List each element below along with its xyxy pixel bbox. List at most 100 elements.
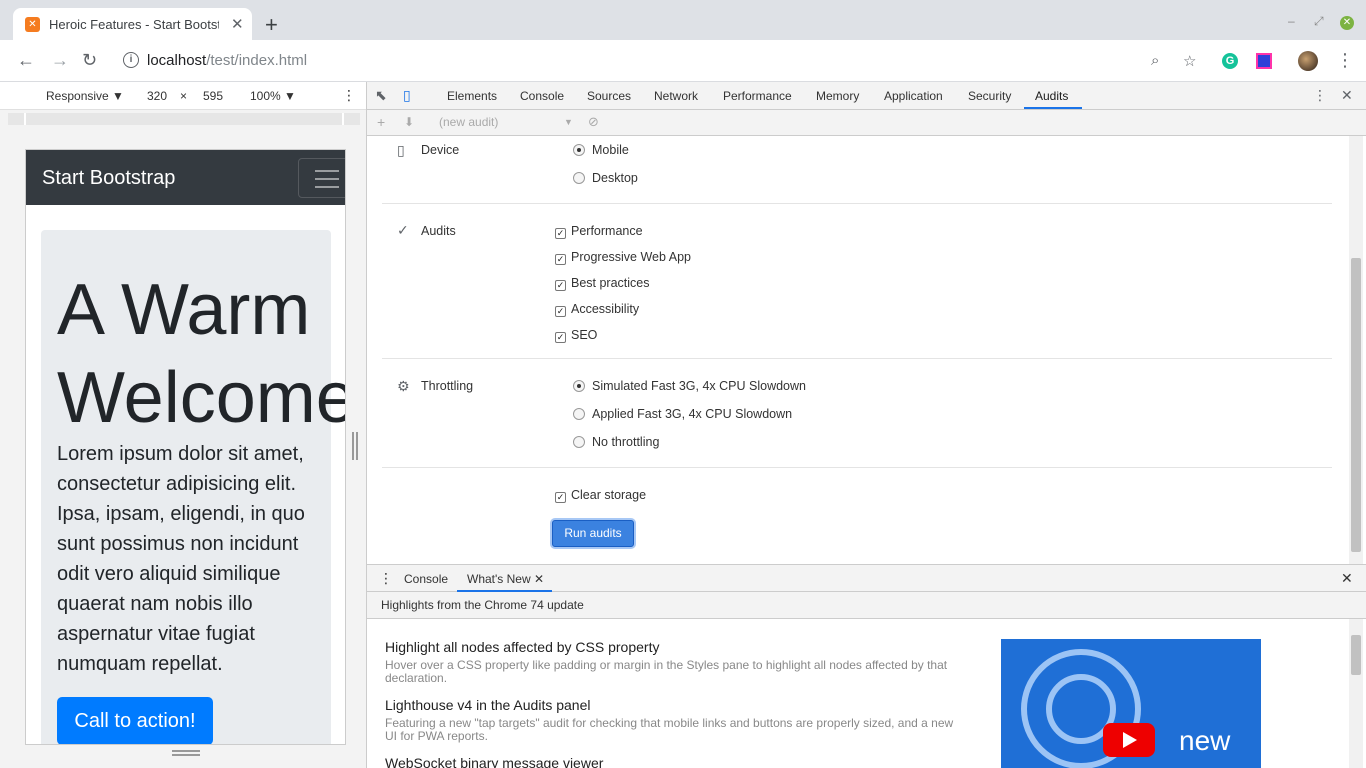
youtube-play-icon[interactable] <box>1103 723 1155 757</box>
bookmark-star-icon[interactable]: ☆ <box>1183 52 1196 70</box>
tab-application[interactable]: Application <box>884 89 943 103</box>
scrollbar-thumb[interactable] <box>1351 258 1361 552</box>
drawer-tab-close-icon[interactable]: ✕ <box>534 572 544 586</box>
radio-checked[interactable] <box>573 144 585 156</box>
drawer-tab-console[interactable]: Console <box>404 572 448 586</box>
chevron-down-icon: ▼ <box>564 117 573 127</box>
audits-label: Audits <box>421 224 456 238</box>
browser-toolbar: ← → ↻ i localhost/test/index.html ⌕ ☆ G … <box>0 40 1366 82</box>
tab-sources[interactable]: Sources <box>587 89 631 103</box>
jumbotron: A Warm Welcome! Lorem ipsum dolor sit am… <box>41 230 345 744</box>
address-bar[interactable]: localhost/test/index.html <box>147 52 307 69</box>
device-toolbar: Responsive ▼ 320 × 595 100% ▼ ⋮ <box>0 82 366 110</box>
tab-console[interactable]: Console <box>520 89 564 103</box>
throttling-applied-option[interactable]: Applied Fast 3G, 4x CPU Slowdown <box>573 407 792 421</box>
back-icon[interactable]: ← <box>17 50 35 71</box>
new-tab-icon[interactable]: + <box>265 14 278 36</box>
devtools-tabbar: ⬉ ▯ Elements Console Sources Network Per… <box>367 82 1366 110</box>
viewport-resize-handle-bottom[interactable] <box>172 750 200 756</box>
clear-storage-checkbox[interactable]: ✓ Clear storage <box>555 488 646 503</box>
reload-icon[interactable]: ↻ <box>82 50 97 71</box>
new-audit-icon[interactable]: + <box>377 114 385 130</box>
height-input[interactable]: 595 <box>203 89 223 103</box>
whats-new-video-thumbnail[interactable]: new <box>1001 639 1261 768</box>
device-label: Device <box>421 143 460 157</box>
url-path: /test/index.html <box>206 52 308 69</box>
whats-new-item-desc: Hover over a CSS property like padding o… <box>385 658 948 685</box>
tab-performance[interactable]: Performance <box>723 89 792 103</box>
emulated-viewport: Start Bootstrap A Warm Welcome! Lorem ip… <box>25 149 346 745</box>
audit-best-practices-checkbox[interactable]: ✓ Best practices <box>555 276 650 291</box>
drawer-tab-whats-new[interactable]: What's New <box>467 572 531 586</box>
device-more-icon[interactable]: ⋮ <box>342 87 356 104</box>
device-mobile-option[interactable]: Mobile <box>573 143 629 157</box>
dimension-separator: × <box>180 89 188 103</box>
whats-new-item-title[interactable]: Highlight all nodes affected by CSS prop… <box>385 639 659 655</box>
inspect-element-icon[interactable]: ⬉ <box>375 87 387 104</box>
jumbotron-lead: Lorem ipsum dolor sit amet, consectetur … <box>57 443 305 675</box>
audit-performance-checkbox[interactable]: ✓ Performance <box>555 224 643 239</box>
forward-icon[interactable]: → <box>51 50 69 71</box>
devtools-close-icon[interactable]: ✕ <box>1341 87 1353 104</box>
drawer-tabbar: ⋮ Console What's New ✕ ✕ <box>367 564 1366 592</box>
width-input[interactable]: 320 <box>147 89 167 103</box>
browser-menu-icon[interactable]: ⋮ <box>1336 50 1354 71</box>
navbar-toggler-button[interactable] <box>298 158 345 198</box>
drawer-close-icon[interactable]: ✕ <box>1341 570 1353 587</box>
device-select[interactable]: Responsive ▼ <box>46 89 124 103</box>
grammarly-extension-icon[interactable]: G <box>1222 53 1238 69</box>
viewport-resize-handle[interactable] <box>352 432 358 460</box>
hamburger-icon <box>315 170 339 172</box>
call-to-action-button[interactable]: Call to action! <box>57 697 213 744</box>
jumbotron-heading: A Warm Welcome! <box>57 270 346 438</box>
device-toolbar-toggle-icon[interactable]: ▯ <box>403 87 411 104</box>
url-host: localhost <box>147 52 207 69</box>
throttling-none-option[interactable]: No throttling <box>573 435 659 449</box>
tab-close-icon[interactable]: ✕ <box>231 15 244 33</box>
section-divider <box>382 467 1332 468</box>
audit-accessibility-checkbox[interactable]: ✓ Accessibility <box>555 302 639 317</box>
video-label: new <box>1179 725 1231 756</box>
whats-new-item-title[interactable]: WebSocket binary message viewer <box>385 755 603 768</box>
device-desktop-option[interactable]: Desktop <box>573 171 638 185</box>
tab-audits[interactable]: Audits <box>1035 89 1068 103</box>
device-icon: ▯ <box>397 142 405 158</box>
browser-titlebar: ✕ Heroic Features - Start Bootstrap ✕ + … <box>0 0 1366 40</box>
zoom-select[interactable]: 100% ▼ <box>250 89 296 103</box>
info-icon[interactable]: i <box>123 52 139 68</box>
download-report-icon[interactable]: ⬇ <box>404 115 414 129</box>
maximize-icon[interactable]: ⤢ <box>1314 14 1324 29</box>
xampp-favicon-icon: ✕ <box>25 17 40 32</box>
audit-pwa-checkbox[interactable]: ✓ Progressive Web App <box>555 250 691 265</box>
tab-network[interactable]: Network <box>654 89 698 103</box>
devtools-menu-icon[interactable]: ⋮ <box>1313 87 1327 104</box>
run-audits-button[interactable]: Run audits <box>552 520 634 547</box>
tab-title: Heroic Features - Start Bootstrap <box>49 17 219 32</box>
browser-tab[interactable]: ✕ Heroic Features - Start Bootstrap ✕ <box>13 8 252 40</box>
audit-seo-checkbox[interactable]: ✓ SEO <box>555 328 597 343</box>
whats-new-scrollbar[interactable] <box>1349 619 1363 768</box>
audits-panel: ▯ Device Mobile Desktop ✓ Audits ✓ Perfor… <box>367 136 1366 564</box>
radio-unchecked[interactable] <box>573 172 585 184</box>
clear-icon[interactable]: ⊘ <box>588 114 599 130</box>
navbar-brand[interactable]: Start Bootstrap <box>42 167 175 190</box>
tab-security[interactable]: Security <box>968 89 1011 103</box>
whats-new-item-title[interactable]: Lighthouse v4 in the Audits panel <box>385 697 591 713</box>
audit-select[interactable]: (new audit) <box>439 115 498 129</box>
whats-new-item-desc: Featuring a new "tap targets" audit for … <box>385 716 954 743</box>
profile-avatar[interactable] <box>1298 51 1318 71</box>
extension-icon[interactable] <box>1256 53 1272 69</box>
tab-elements[interactable]: Elements <box>447 89 497 103</box>
media-query-ruler[interactable] <box>8 113 360 125</box>
window-close-icon[interactable]: ✕ <box>1340 16 1354 30</box>
zoom-icon[interactable]: ⌕ <box>1151 52 1159 69</box>
throttling-simulated-option[interactable]: Simulated Fast 3G, 4x CPU Slowdown <box>573 379 806 393</box>
audits-scrollbar[interactable] <box>1349 136 1363 564</box>
gear-icon: ⚙ <box>397 378 410 394</box>
section-divider <box>382 358 1332 359</box>
drawer-menu-icon[interactable]: ⋮ <box>379 570 393 587</box>
whats-new-header: Highlights from the Chrome 74 update <box>367 592 1366 619</box>
whats-new-title: Highlights from the Chrome 74 update <box>381 598 584 612</box>
tab-memory[interactable]: Memory <box>816 89 859 103</box>
minimize-icon[interactable]: – <box>1288 14 1295 28</box>
